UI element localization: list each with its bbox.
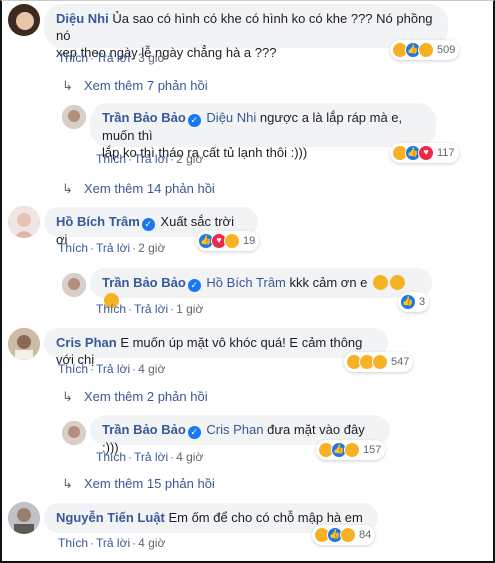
reply-button[interactable]: Trả lời — [96, 362, 130, 376]
comment-text: Em ốm để cho có chỗ mập hà em — [168, 510, 363, 525]
timestamp[interactable]: 3 giờ — [138, 51, 165, 65]
reply-button[interactable]: Trả lời — [96, 241, 130, 255]
timestamp[interactable]: 2 giờ — [176, 152, 203, 166]
avatar[interactable] — [8, 4, 40, 36]
sad-reaction-icon — [344, 442, 360, 458]
comment-author[interactable]: Cris Phan — [56, 335, 117, 350]
reply-button[interactable]: Trả lời — [134, 152, 168, 166]
reply-arrow-icon: ↳ — [62, 476, 73, 491]
like-button[interactable]: Thích — [58, 536, 88, 550]
reaction-count: 117 — [437, 147, 455, 159]
avatar[interactable] — [62, 273, 86, 297]
love-reaction-icon: ♥ — [418, 145, 434, 161]
reaction-summary[interactable]: 👍 3 — [398, 292, 430, 312]
comment-actions: Thích · Trả lời · 4 giờ — [96, 450, 204, 464]
view-more-replies[interactable]: ↳ Xem thêm 7 phản hồi — [62, 78, 208, 94]
avatar-image — [8, 4, 40, 36]
avatar-image — [62, 105, 86, 129]
like-button[interactable]: Thích — [58, 362, 88, 376]
reaction-count: 509 — [437, 44, 456, 56]
timestamp[interactable]: 2 giờ — [138, 241, 165, 255]
like-button[interactable]: Thích — [96, 302, 126, 316]
timestamp[interactable]: 4 giờ — [138, 362, 165, 376]
comment-actions: Thích · Trả lời · 2 giờ — [96, 152, 204, 166]
reaction-summary[interactable]: 👍 509 — [390, 40, 460, 60]
reaction-count: 547 — [391, 356, 410, 368]
comment-bubble: Cris Phan E muốn úp mặt vô khóc quá! E c… — [44, 328, 388, 367]
like-button[interactable]: Thích — [96, 450, 126, 464]
reaction-summary[interactable]: 👍 84 — [312, 525, 376, 545]
avatar-image — [8, 206, 40, 238]
timestamp[interactable]: 4 giờ — [176, 450, 203, 464]
comment-actions: Thích · Trả lời · 2 giờ — [58, 241, 166, 255]
like-button[interactable]: Thích — [58, 51, 88, 65]
verified-icon: ✓ — [187, 114, 201, 127]
haha-reaction-icon — [224, 233, 240, 249]
reaction-count: 19 — [243, 235, 256, 247]
comment-author[interactable]: Trần Bảo Bảo — [102, 110, 186, 125]
like-button[interactable]: Thích — [58, 241, 88, 255]
avatar-image — [8, 502, 40, 534]
avatar-image — [8, 328, 40, 360]
reaction-summary[interactable]: 👍 ♥ 19 — [196, 231, 260, 251]
verified-icon: ✓ — [141, 218, 155, 231]
reply-arrow-icon: ↳ — [62, 181, 73, 196]
timestamp[interactable]: 1 giờ — [176, 302, 203, 316]
comment-bubble: Trần Bảo Bảo ✓ Diệu Nhi ngược a là lắp rá… — [90, 103, 436, 160]
view-more-replies[interactable]: ↳ Xem thêm 15 phản hồi — [62, 476, 215, 492]
reply-button[interactable]: Trả lời — [96, 51, 130, 65]
reaction-count: 3 — [419, 296, 426, 308]
reply-arrow-icon: ↳ — [62, 78, 73, 93]
reply-button[interactable]: Trả lời — [134, 450, 168, 464]
mention-link[interactable]: Diệu Nhi — [206, 110, 256, 125]
comment-author[interactable]: Trần Bảo Bảo — [102, 275, 186, 290]
sad-reaction-icon — [372, 354, 388, 370]
avatar-image — [62, 273, 86, 297]
view-more-replies[interactable]: ↳ Xem thêm 14 phản hồi — [62, 181, 215, 197]
comment-author[interactable]: Nguyễn Tiến Luật — [56, 510, 165, 525]
verified-icon: ✓ — [187, 279, 201, 292]
comment-author[interactable]: Hồ Bích Trâm — [56, 214, 140, 229]
reaction-count: 157 — [363, 444, 382, 456]
mention-link[interactable]: Cris Phan — [206, 422, 263, 437]
reply-button[interactable]: Trả lời — [134, 302, 168, 316]
mention-link[interactable]: Hồ Bích Trâm — [206, 275, 285, 290]
comment-bubble: Diệu Nhi Ủa sao có hình có khe có hình k… — [44, 4, 448, 60]
comment-text: kkk cảm ơn e — [289, 275, 368, 290]
reaction-summary[interactable]: 👍 157 — [316, 440, 386, 460]
sad-reaction-icon — [418, 42, 434, 58]
reply-button[interactable]: Trả lời — [96, 536, 130, 550]
comment-text: Ủa sao có hình có khe có hình ko có khe … — [56, 11, 433, 43]
comment-bubble: Trần Bảo Bảo ✓ Hồ Bích Trâm kkk cảm ơn e — [90, 268, 432, 308]
sad-reaction-icon — [340, 527, 356, 543]
like-button[interactable]: Thích — [96, 152, 126, 166]
emoji-icon — [373, 275, 389, 290]
avatar-image — [62, 421, 86, 445]
avatar[interactable] — [8, 206, 40, 238]
view-more-replies[interactable]: ↳ Xem thêm 2 phản hồi — [62, 389, 208, 405]
comment-author[interactable]: Trần Bảo Bảo — [102, 422, 186, 437]
comment-author[interactable]: Diệu Nhi — [56, 11, 109, 26]
like-reaction-icon: 👍 — [400, 294, 416, 310]
avatar[interactable] — [8, 502, 40, 534]
comment-actions: Thích · Trả lời · 1 giờ — [96, 302, 204, 316]
reply-arrow-icon: ↳ — [62, 389, 73, 404]
timestamp[interactable]: 4 giờ — [138, 536, 165, 550]
avatar[interactable] — [62, 421, 86, 445]
avatar[interactable] — [62, 105, 86, 129]
comment-actions: Thích · Trả lời · 4 giờ — [58, 536, 166, 550]
reaction-summary[interactable]: 547 — [344, 352, 414, 372]
comment-actions: Thích · Trả lời · 4 giờ — [58, 362, 166, 376]
reaction-summary[interactable]: 👍 ♥ 117 — [390, 143, 459, 163]
reaction-count: 84 — [359, 529, 372, 541]
verified-icon: ✓ — [187, 426, 201, 439]
comment-actions: Thích · Trả lời · 3 giờ — [58, 51, 166, 65]
avatar[interactable] — [8, 328, 40, 360]
emoji-icon — [390, 275, 406, 290]
